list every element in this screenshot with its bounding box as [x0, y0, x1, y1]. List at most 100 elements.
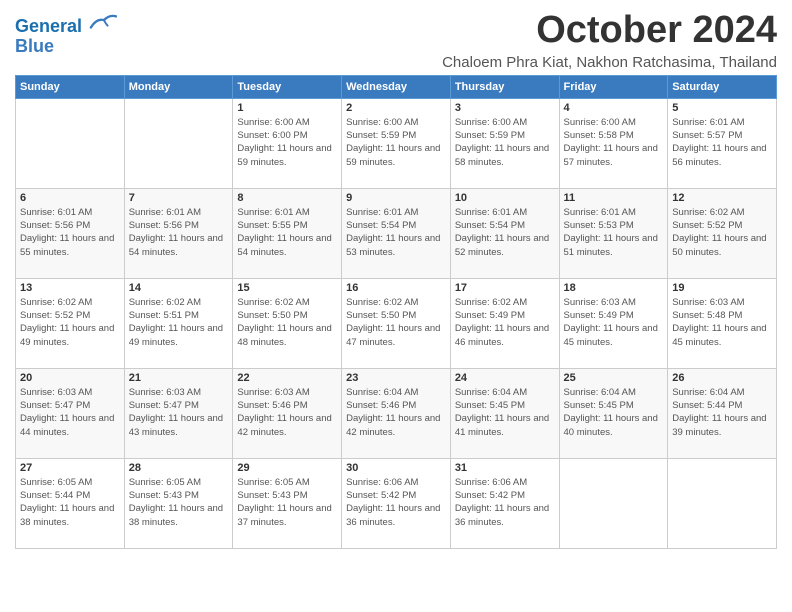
calendar-week-row: 13 Sunrise: 6:02 AM Sunset: 5:52 PM Dayli…	[16, 278, 777, 368]
day-number: 9	[346, 192, 446, 204]
day-info: Sunrise: 6:04 AM Sunset: 5:46 PM Dayligh…	[346, 386, 446, 439]
day-number: 10	[455, 192, 555, 204]
calendar-table: SundayMondayTuesdayWednesdayThursdayFrid…	[15, 75, 777, 549]
calendar-cell: 5 Sunrise: 6:01 AM Sunset: 5:57 PM Daylig…	[668, 98, 777, 188]
subtitle: Chaloem Phra Kiat, Nakhon Ratchasima, Th…	[442, 54, 777, 71]
day-info: Sunrise: 6:01 AM Sunset: 5:54 PM Dayligh…	[455, 206, 555, 259]
calendar-cell: 12Sunrise: 6:02 AM Sunset: 5:52 PM Dayli…	[668, 188, 777, 278]
day-number: 12	[672, 192, 772, 204]
logo-bird-icon	[89, 10, 117, 32]
calendar-cell: 21 Sunrise: 6:03 AM Sunset: 5:47 PM Dayli…	[124, 368, 233, 458]
day-number: 4	[564, 102, 664, 114]
day-number: 6	[20, 192, 120, 204]
day-number: 16	[346, 282, 446, 294]
day-number: 31	[455, 462, 555, 474]
day-info: Sunrise: 6:04 AM Sunset: 5:45 PM Dayligh…	[455, 386, 555, 439]
calendar-cell: 23Sunrise: 6:04 AM Sunset: 5:46 PM Dayli…	[342, 368, 451, 458]
day-number: 5	[672, 102, 772, 114]
weekday-header-friday: Friday	[559, 75, 668, 98]
day-number: 3	[455, 102, 555, 114]
day-number: 17	[455, 282, 555, 294]
calendar-cell: 20 Sunrise: 6:03 AM Sunset: 5:47 PM Dayli…	[16, 368, 125, 458]
day-number: 28	[129, 462, 229, 474]
day-info: Sunrise: 6:01 AM Sunset: 5:56 PM Dayligh…	[129, 206, 229, 259]
logo-text: General	[15, 14, 117, 37]
day-number: 30	[346, 462, 446, 474]
calendar-cell: 24Sunrise: 6:04 AM Sunset: 5:45 PM Dayli…	[450, 368, 559, 458]
title-block: October 2024 Chaloem Phra Kiat, Nakhon R…	[442, 10, 777, 71]
calendar-cell: 8Sunrise: 6:01 AM Sunset: 5:55 PM Daylig…	[233, 188, 342, 278]
day-info: Sunrise: 6:04 AM Sunset: 5:45 PM Dayligh…	[564, 386, 664, 439]
calendar-cell: 10 Sunrise: 6:01 AM Sunset: 5:54 PM Dayli…	[450, 188, 559, 278]
day-info: Sunrise: 6:02 AM Sunset: 5:49 PM Dayligh…	[455, 296, 555, 349]
day-info: Sunrise: 6:00 AM Sunset: 5:59 PM Dayligh…	[455, 116, 555, 169]
day-number: 14	[129, 282, 229, 294]
calendar-cell: 15 Sunrise: 6:02 AM Sunset: 5:50 PM Dayli…	[233, 278, 342, 368]
day-info: Sunrise: 6:03 AM Sunset: 5:47 PM Dayligh…	[20, 386, 120, 439]
calendar-cell: 6 Sunrise: 6:01 AM Sunset: 5:56 PM Daylig…	[16, 188, 125, 278]
day-info: Sunrise: 6:06 AM Sunset: 5:42 PM Dayligh…	[455, 476, 555, 529]
calendar-week-row: 20 Sunrise: 6:03 AM Sunset: 5:47 PM Dayli…	[16, 368, 777, 458]
weekday-header-thursday: Thursday	[450, 75, 559, 98]
calendar-cell	[559, 458, 668, 548]
calendar-cell: 11 Sunrise: 6:01 AM Sunset: 5:53 PM Dayli…	[559, 188, 668, 278]
calendar-cell: 18 Sunrise: 6:03 AM Sunset: 5:49 PM Dayli…	[559, 278, 668, 368]
day-info: Sunrise: 6:00 AM Sunset: 5:59 PM Dayligh…	[346, 116, 446, 169]
weekday-header-saturday: Saturday	[668, 75, 777, 98]
calendar-cell: 16 Sunrise: 6:02 AM Sunset: 5:50 PM Dayli…	[342, 278, 451, 368]
day-info: Sunrise: 6:01 AM Sunset: 5:54 PM Dayligh…	[346, 206, 446, 259]
calendar-cell: 30Sunrise: 6:06 AM Sunset: 5:42 PM Dayli…	[342, 458, 451, 548]
day-info: Sunrise: 6:05 AM Sunset: 5:44 PM Dayligh…	[20, 476, 120, 529]
day-info: Sunrise: 6:02 AM Sunset: 5:50 PM Dayligh…	[346, 296, 446, 349]
calendar-cell: 28Sunrise: 6:05 AM Sunset: 5:43 PM Dayli…	[124, 458, 233, 548]
calendar-cell	[16, 98, 125, 188]
calendar-cell: 26Sunrise: 6:04 AM Sunset: 5:44 PM Dayli…	[668, 368, 777, 458]
calendar-cell: 31 Sunrise: 6:06 AM Sunset: 5:42 PM Dayli…	[450, 458, 559, 548]
day-info: Sunrise: 6:05 AM Sunset: 5:43 PM Dayligh…	[237, 476, 337, 529]
calendar-cell: 19 Sunrise: 6:03 AM Sunset: 5:48 PM Dayli…	[668, 278, 777, 368]
calendar-cell: 1Sunrise: 6:00 AM Sunset: 6:00 PM Daylig…	[233, 98, 342, 188]
calendar-header-row: SundayMondayTuesdayWednesdayThursdayFrid…	[16, 75, 777, 98]
day-number: 26	[672, 372, 772, 384]
calendar-cell: 7Sunrise: 6:01 AM Sunset: 5:56 PM Daylig…	[124, 188, 233, 278]
day-info: Sunrise: 6:03 AM Sunset: 5:46 PM Dayligh…	[237, 386, 337, 439]
logo-line2: Blue	[15, 37, 117, 57]
day-info: Sunrise: 6:00 AM Sunset: 6:00 PM Dayligh…	[237, 116, 337, 169]
day-number: 25	[564, 372, 664, 384]
day-number: 19	[672, 282, 772, 294]
calendar-week-row: 1Sunrise: 6:00 AM Sunset: 6:00 PM Daylig…	[16, 98, 777, 188]
day-info: Sunrise: 6:03 AM Sunset: 5:49 PM Dayligh…	[564, 296, 664, 349]
calendar-cell: 27Sunrise: 6:05 AM Sunset: 5:44 PM Dayli…	[16, 458, 125, 548]
day-info: Sunrise: 6:00 AM Sunset: 5:58 PM Dayligh…	[564, 116, 664, 169]
day-number: 15	[237, 282, 337, 294]
calendar-cell	[668, 458, 777, 548]
day-info: Sunrise: 6:03 AM Sunset: 5:47 PM Dayligh…	[129, 386, 229, 439]
day-number: 29	[237, 462, 337, 474]
calendar-cell: 9 Sunrise: 6:01 AM Sunset: 5:54 PM Daylig…	[342, 188, 451, 278]
day-info: Sunrise: 6:02 AM Sunset: 5:52 PM Dayligh…	[20, 296, 120, 349]
day-info: Sunrise: 6:03 AM Sunset: 5:48 PM Dayligh…	[672, 296, 772, 349]
day-number: 22	[237, 372, 337, 384]
calendar-cell: 25 Sunrise: 6:04 AM Sunset: 5:45 PM Dayli…	[559, 368, 668, 458]
calendar-cell: 3 Sunrise: 6:00 AM Sunset: 5:59 PM Daylig…	[450, 98, 559, 188]
day-info: Sunrise: 6:01 AM Sunset: 5:55 PM Dayligh…	[237, 206, 337, 259]
calendar-week-row: 27Sunrise: 6:05 AM Sunset: 5:44 PM Dayli…	[16, 458, 777, 548]
calendar-cell: 29 Sunrise: 6:05 AM Sunset: 5:43 PM Dayli…	[233, 458, 342, 548]
day-info: Sunrise: 6:02 AM Sunset: 5:51 PM Dayligh…	[129, 296, 229, 349]
calendar-week-row: 6 Sunrise: 6:01 AM Sunset: 5:56 PM Daylig…	[16, 188, 777, 278]
day-number: 20	[20, 372, 120, 384]
logo-line1: General	[15, 16, 82, 36]
day-number: 18	[564, 282, 664, 294]
day-info: Sunrise: 6:02 AM Sunset: 5:50 PM Dayligh…	[237, 296, 337, 349]
day-info: Sunrise: 6:01 AM Sunset: 5:53 PM Dayligh…	[564, 206, 664, 259]
header: General Blue October 2024 Chaloem Phra K…	[15, 10, 777, 71]
day-number: 11	[564, 192, 664, 204]
day-info: Sunrise: 6:01 AM Sunset: 5:56 PM Dayligh…	[20, 206, 120, 259]
day-number: 21	[129, 372, 229, 384]
calendar-cell: 14 Sunrise: 6:02 AM Sunset: 5:51 PM Dayli…	[124, 278, 233, 368]
calendar-cell: 17 Sunrise: 6:02 AM Sunset: 5:49 PM Dayli…	[450, 278, 559, 368]
day-info: Sunrise: 6:01 AM Sunset: 5:57 PM Dayligh…	[672, 116, 772, 169]
weekday-header-monday: Monday	[124, 75, 233, 98]
calendar-cell: 22 Sunrise: 6:03 AM Sunset: 5:46 PM Dayli…	[233, 368, 342, 458]
day-number: 13	[20, 282, 120, 294]
